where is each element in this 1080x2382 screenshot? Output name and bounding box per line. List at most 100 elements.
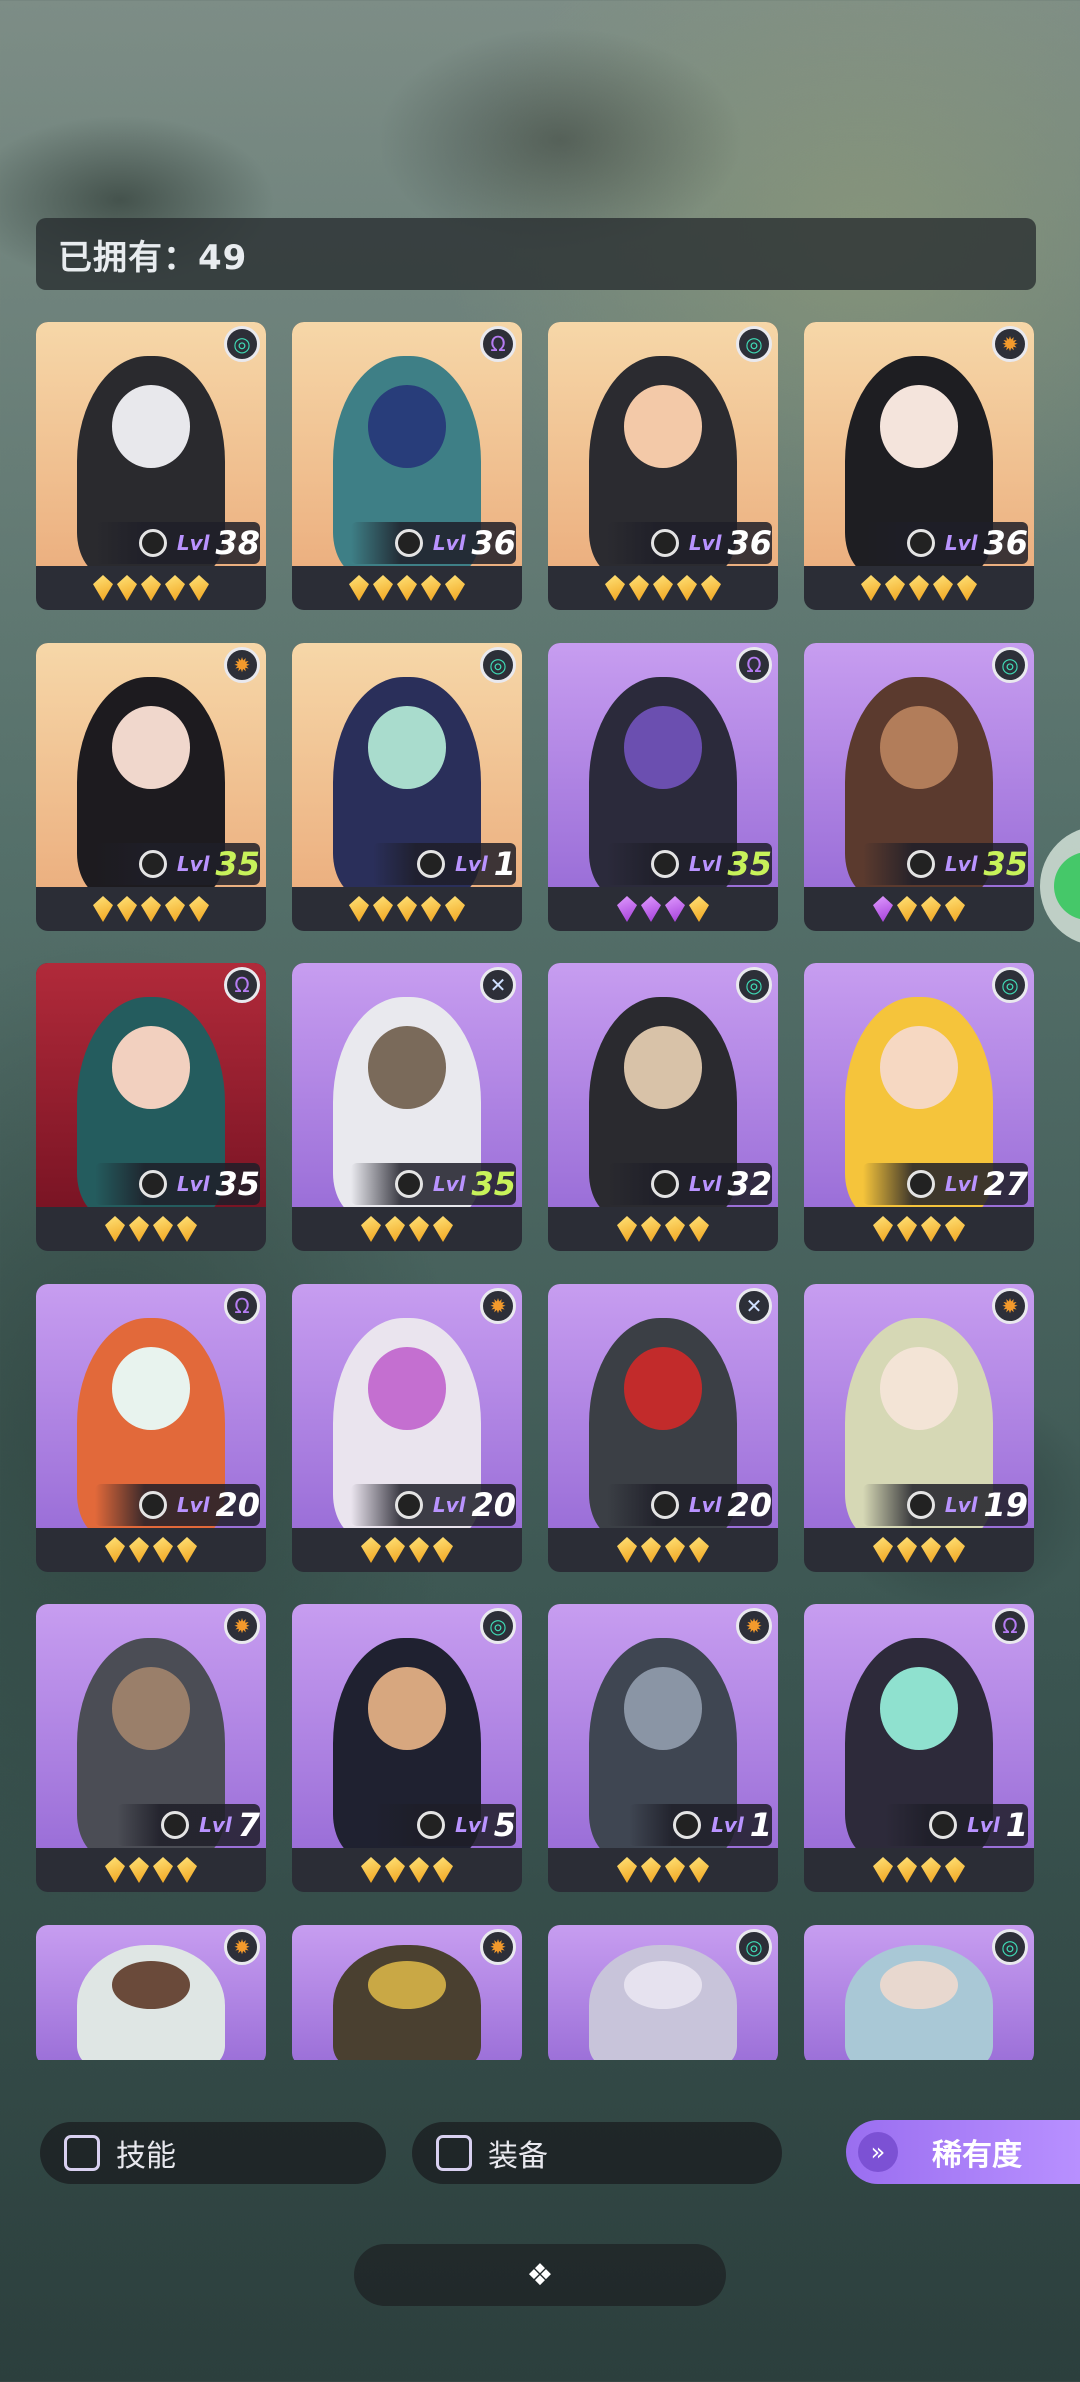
hero-card[interactable]: ✹ Lvl 20: [292, 1284, 522, 1572]
hero-card[interactable]: Ω Lvl 36: [292, 322, 522, 610]
hero-card[interactable]: ✹ Lvl 19: [804, 1284, 1034, 1572]
gold-gem-icon: [165, 575, 185, 601]
hero-level: Lvl 20: [606, 1484, 772, 1526]
hero-card[interactable]: Ω Lvl 20: [36, 1284, 266, 1572]
green-element-icon: ◎: [992, 647, 1028, 683]
star-rank: [292, 891, 522, 927]
hero-card[interactable]: ◎ Lvl 27: [804, 963, 1034, 1251]
level-prefix: Lvl: [176, 531, 210, 555]
gold-gem-icon: [141, 896, 161, 922]
hero-card[interactable]: Ω Lvl 35: [36, 963, 266, 1251]
gold-gem-icon: [409, 1857, 429, 1883]
gold-gem-icon: [909, 575, 929, 601]
orange-element-icon: ✹: [480, 1288, 516, 1324]
gold-gem-icon: [689, 1537, 709, 1563]
gold-gem-icon: [897, 1216, 917, 1242]
hero-card[interactable]: ◎: [804, 1925, 1034, 2060]
hero-level: Lvl 35: [606, 843, 772, 885]
star-rank: [292, 1211, 522, 1247]
star-rank: [36, 1852, 266, 1888]
hero-card[interactable]: ✹ Lvl 35: [36, 643, 266, 931]
gear-dial-icon: [929, 1811, 958, 1839]
hero-level: Lvl 5: [373, 1804, 516, 1846]
gold-gem-icon: [409, 1537, 429, 1563]
hero-card[interactable]: ◎ Lvl 35: [804, 643, 1034, 931]
gold-gem-icon: [165, 896, 185, 922]
gold-gem-icon: [433, 1537, 453, 1563]
rarity-sort-button[interactable]: » 稀有度: [846, 2120, 1080, 2184]
gold-gem-icon: [957, 575, 977, 601]
gold-gem-icon: [129, 1857, 149, 1883]
level-number: 35: [983, 845, 1028, 883]
gold-gem-icon: [689, 1216, 709, 1242]
gold-gem-icon: [605, 575, 625, 601]
purple-element-icon: Ω: [480, 326, 516, 362]
gold-gem-icon: [129, 1537, 149, 1563]
level-prefix: Lvl: [944, 531, 978, 555]
gear-dial-icon: [394, 1491, 423, 1519]
hero-card[interactable]: ✹: [292, 1925, 522, 2060]
gold-gem-icon: [153, 1216, 173, 1242]
level-number: 35: [215, 1165, 260, 1203]
blue-element-icon: ✕: [480, 967, 516, 1003]
gold-gem-icon: [933, 575, 953, 601]
equip-checkbox[interactable]: [436, 2135, 472, 2171]
equip-filter[interactable]: 装备: [412, 2122, 782, 2184]
hero-card[interactable]: ◎ Lvl 38: [36, 322, 266, 610]
skill-filter-label: 技能: [116, 2139, 176, 2174]
gear-dial-icon: [650, 850, 679, 878]
hero-level: Lvl 27: [862, 1163, 1028, 1205]
chat-icon: [1054, 852, 1080, 920]
level-prefix: Lvl: [176, 852, 210, 876]
level-number: 36: [471, 524, 516, 562]
hero-card[interactable]: ◎: [548, 1925, 778, 2060]
level-number: 7: [237, 1806, 260, 1844]
orange-element-icon: ✹: [224, 1929, 260, 1965]
gold-gem-icon: [153, 1537, 173, 1563]
gear-dial-icon: [906, 1491, 935, 1519]
hero-card[interactable]: ◎ Lvl 36: [548, 322, 778, 610]
gold-gem-icon: [189, 575, 209, 601]
hero-card[interactable]: ✕ Lvl 35: [292, 963, 522, 1251]
star-rank: [804, 1211, 1034, 1247]
gold-gem-icon: [373, 575, 393, 601]
gold-gem-icon: [665, 1857, 685, 1883]
hero-card[interactable]: ✹ Lvl 1: [548, 1604, 778, 1892]
gold-gem-icon: [653, 575, 673, 601]
hero-card[interactable]: ✹ Lvl 36: [804, 322, 1034, 610]
gold-gem-icon: [189, 896, 209, 922]
hero-card[interactable]: ✹: [36, 1925, 266, 2060]
hero-card[interactable]: ◎ Lvl 1: [292, 643, 522, 931]
hero-card[interactable]: ◎ Lvl 32: [548, 963, 778, 1251]
hero-card[interactable]: Ω Lvl 1: [804, 1604, 1034, 1892]
rarity-sort-label: 稀有度: [932, 2138, 1022, 2173]
gold-gem-icon: [177, 1537, 197, 1563]
level-number: 1: [1005, 1806, 1028, 1844]
skill-checkbox[interactable]: [64, 2135, 100, 2171]
hero-card[interactable]: ✹ Lvl 7: [36, 1604, 266, 1892]
hero-card[interactable]: ◎ Lvl 5: [292, 1604, 522, 1892]
star-rank: [548, 1211, 778, 1247]
gold-gem-icon: [701, 575, 721, 601]
skill-filter[interactable]: 技能: [40, 2122, 386, 2184]
star-rank: [36, 1532, 266, 1568]
gold-gem-icon: [641, 1537, 661, 1563]
hero-card[interactable]: Ω Lvl 35: [548, 643, 778, 931]
gear-dial-icon: [906, 1170, 935, 1198]
gold-gem-icon: [861, 575, 881, 601]
green-element-icon: ◎: [992, 1929, 1028, 1965]
level-prefix: Lvl: [432, 1172, 466, 1196]
purple-element-icon: Ω: [992, 1608, 1028, 1644]
gold-gem-icon: [433, 1857, 453, 1883]
gold-gem-icon: [129, 1216, 149, 1242]
bottom-menu-button[interactable]: ❖: [354, 2244, 726, 2306]
hero-grid[interactable]: ◎ Lvl 38 Ω Lvl 36 ◎ Lvl 36 ✹ Lvl 36 ✹ Lvl 35 ◎ Lvl 1 Ω Lvl 3…: [0, 0, 1080, 2060]
gear-dial-icon: [394, 1170, 423, 1198]
hero-card[interactable]: ✕ Lvl 20: [548, 1284, 778, 1572]
gold-gem-icon: [689, 896, 709, 922]
level-number: 20: [471, 1486, 516, 1524]
level-number: 1: [493, 845, 516, 883]
gold-gem-icon: [885, 575, 905, 601]
level-prefix: Lvl: [455, 852, 488, 876]
star-rank: [292, 1532, 522, 1568]
